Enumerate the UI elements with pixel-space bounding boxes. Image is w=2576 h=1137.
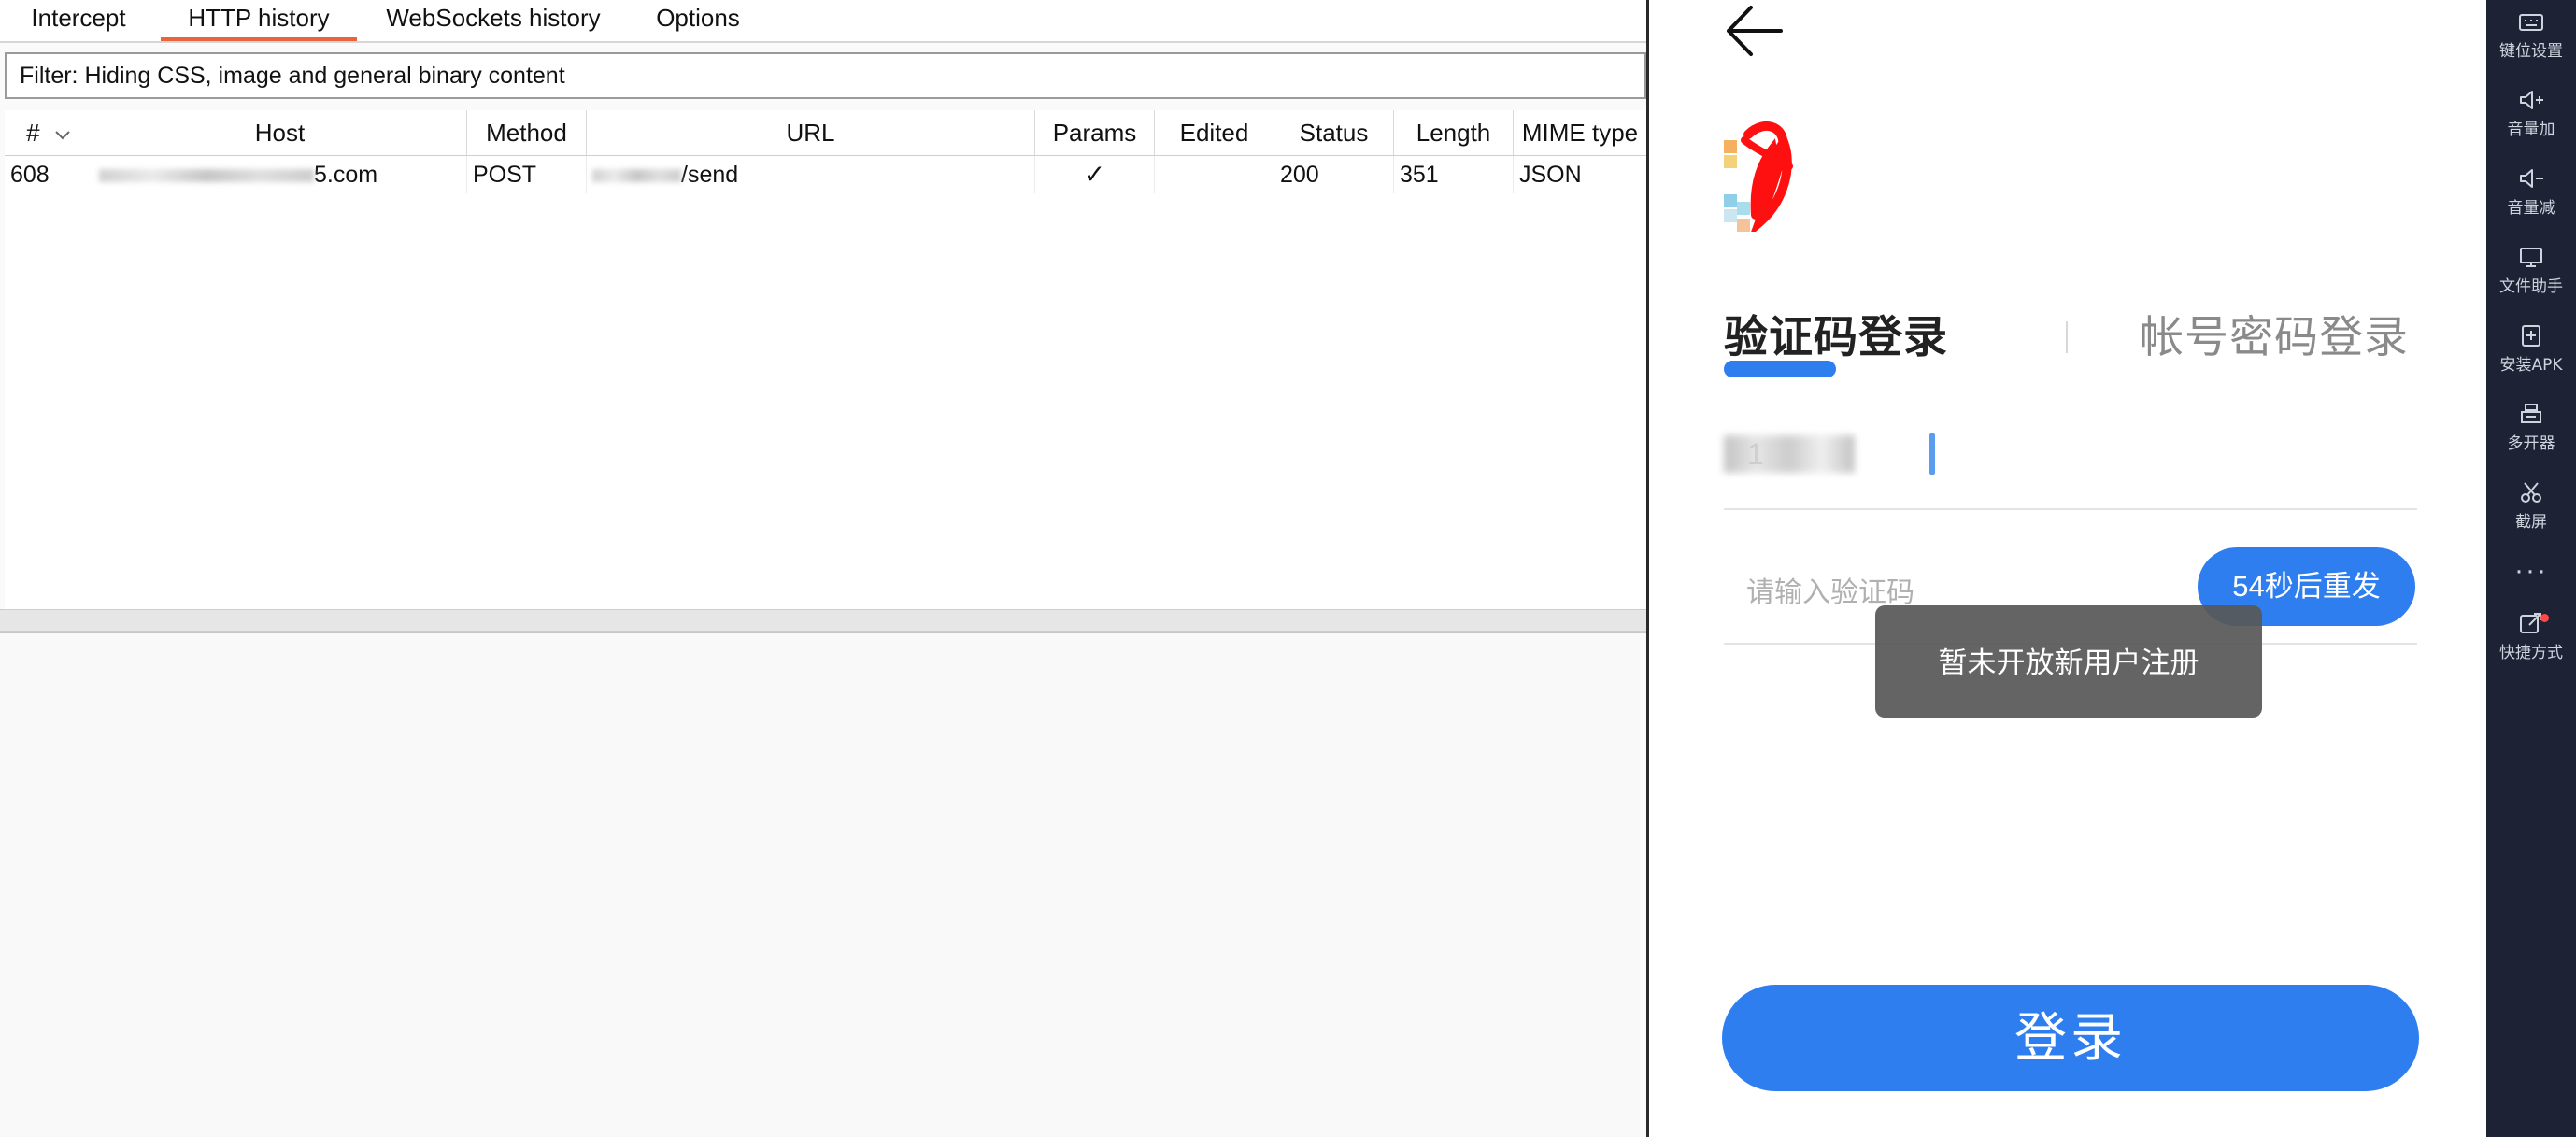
toolbar-screenshot-button[interactable]: 截屏 [2486, 480, 2576, 555]
login-button[interactable]: 登录 [1722, 985, 2419, 1091]
cell-host: 5.com [93, 156, 467, 193]
volume-up-icon [2520, 91, 2543, 109]
tab-websockets-history[interactable]: WebSockets history [381, 0, 605, 39]
filter-bar[interactable]: Filter: Hiding CSS, image and general bi… [5, 52, 1646, 99]
toolbar-label: 键位设置 [2499, 42, 2563, 61]
sort-chevron-icon [54, 110, 71, 155]
tab-http-history[interactable]: HTTP history [161, 0, 357, 41]
host-suffix: 5.com [314, 162, 378, 188]
col-status[interactable]: Status [1274, 110, 1394, 155]
cell-number: 608 [5, 156, 93, 193]
redacted-phone-number [1724, 435, 1855, 473]
table-header: # Host Method URL Params Edited Status L… [5, 110, 1646, 156]
cell-edited [1155, 156, 1274, 193]
toolbar-volume-up-button[interactable]: 音量加 [2486, 88, 2576, 163]
filter-text: Filter: Hiding CSS, image and general bi… [20, 63, 565, 89]
col-number[interactable]: # [5, 110, 93, 155]
emulator-toolbar: 键位设置 音量加 音量减 文件助手 安装APK 多开器 截屏 ··· 快捷方式 [2486, 0, 2576, 1137]
cell-mime: JSON [1519, 162, 1582, 188]
col-method[interactable]: Method [467, 110, 587, 155]
toolbar-label: 多开器 [2507, 434, 2555, 453]
toolbar-label: 音量加 [2507, 121, 2555, 139]
toolbar-volume-down-button[interactable]: 音量减 [2486, 166, 2576, 241]
back-arrow-icon[interactable] [1721, 0, 1786, 62]
emulator-screen: 验证码登录 帐号密码登录 1 54秒后重发 暂未开放新用户注册 登录 [1649, 0, 2486, 1137]
col-mime-type[interactable]: MIME type [1514, 110, 1646, 155]
monitor-icon [2520, 248, 2542, 267]
toolbar-keymap-button[interactable]: 键位设置 [2486, 9, 2576, 84]
tab-intercept[interactable]: Intercept [17, 0, 140, 39]
tab-options[interactable]: Options [647, 0, 749, 39]
notification-dot [2540, 614, 2549, 622]
install-apk-icon [2522, 325, 2540, 347]
cell-url: /send [587, 156, 1035, 193]
table-row[interactable]: 608 5.com POST /send ✓ 200 351 JSON [5, 156, 1646, 193]
toolbar-label: 快捷方式 [2499, 644, 2563, 662]
red-scribble-icon [1741, 121, 1793, 232]
toolbar-label: 文件助手 [2499, 277, 2563, 296]
toolbar-label: 安装APK [2499, 356, 2563, 375]
toast-message: 暂未开放新用户注册 [1875, 605, 2262, 718]
url-suffix: /send [681, 162, 739, 188]
cell-status: 200 [1274, 156, 1394, 193]
col-host[interactable]: Host [93, 110, 467, 155]
cell-method: POST [467, 156, 587, 193]
app-logo [1724, 121, 1808, 232]
proxy-tab-bar: Intercept HTTP history WebSockets histor… [0, 0, 1646, 43]
toolbar-install-apk-button[interactable]: 安装APK [2486, 323, 2576, 398]
toolbar-shortcut-button[interactable]: 快捷方式 [2486, 611, 2576, 686]
tab-sms-code-login[interactable]: 验证码登录 [1724, 301, 1948, 365]
toolbar-multi-instance-button[interactable]: 多开器 [2486, 402, 2576, 476]
text-caret [1929, 433, 1935, 475]
col-params[interactable]: Params [1035, 110, 1155, 155]
scissors-icon [2521, 482, 2541, 503]
col-length[interactable]: Length [1394, 110, 1514, 155]
pane-splitter[interactable] [0, 609, 1646, 632]
cell-length: 351 [1394, 156, 1514, 193]
col-url[interactable]: URL [587, 110, 1035, 155]
toolbar-file-helper-button[interactable]: 文件助手 [2486, 245, 2576, 320]
toolbar-label: 音量减 [2507, 199, 2555, 218]
http-history-table: # Host Method URL Params Edited Status L… [5, 110, 1646, 609]
active-tab-indicator [1724, 361, 1836, 377]
keyboard-icon [2519, 14, 2543, 31]
redacted-url [592, 169, 681, 183]
cell-params-check-icon: ✓ [1035, 156, 1155, 193]
burp-proxy-pane: Intercept HTTP history WebSockets histor… [0, 0, 1646, 1137]
tab-separator [2066, 321, 2068, 353]
volume-down-icon [2520, 169, 2543, 188]
multi-instance-icon [2521, 404, 2541, 423]
col-edited[interactable]: Edited [1155, 110, 1274, 155]
request-detail-pane [0, 632, 1646, 1137]
col-number-label: # [26, 119, 40, 147]
redacted-host [99, 169, 314, 183]
tab-password-login[interactable]: 帐号密码登录 [2140, 301, 2409, 365]
more-options-icon[interactable]: ··· [2486, 557, 2576, 594]
toolbar-label: 截屏 [2515, 513, 2547, 532]
